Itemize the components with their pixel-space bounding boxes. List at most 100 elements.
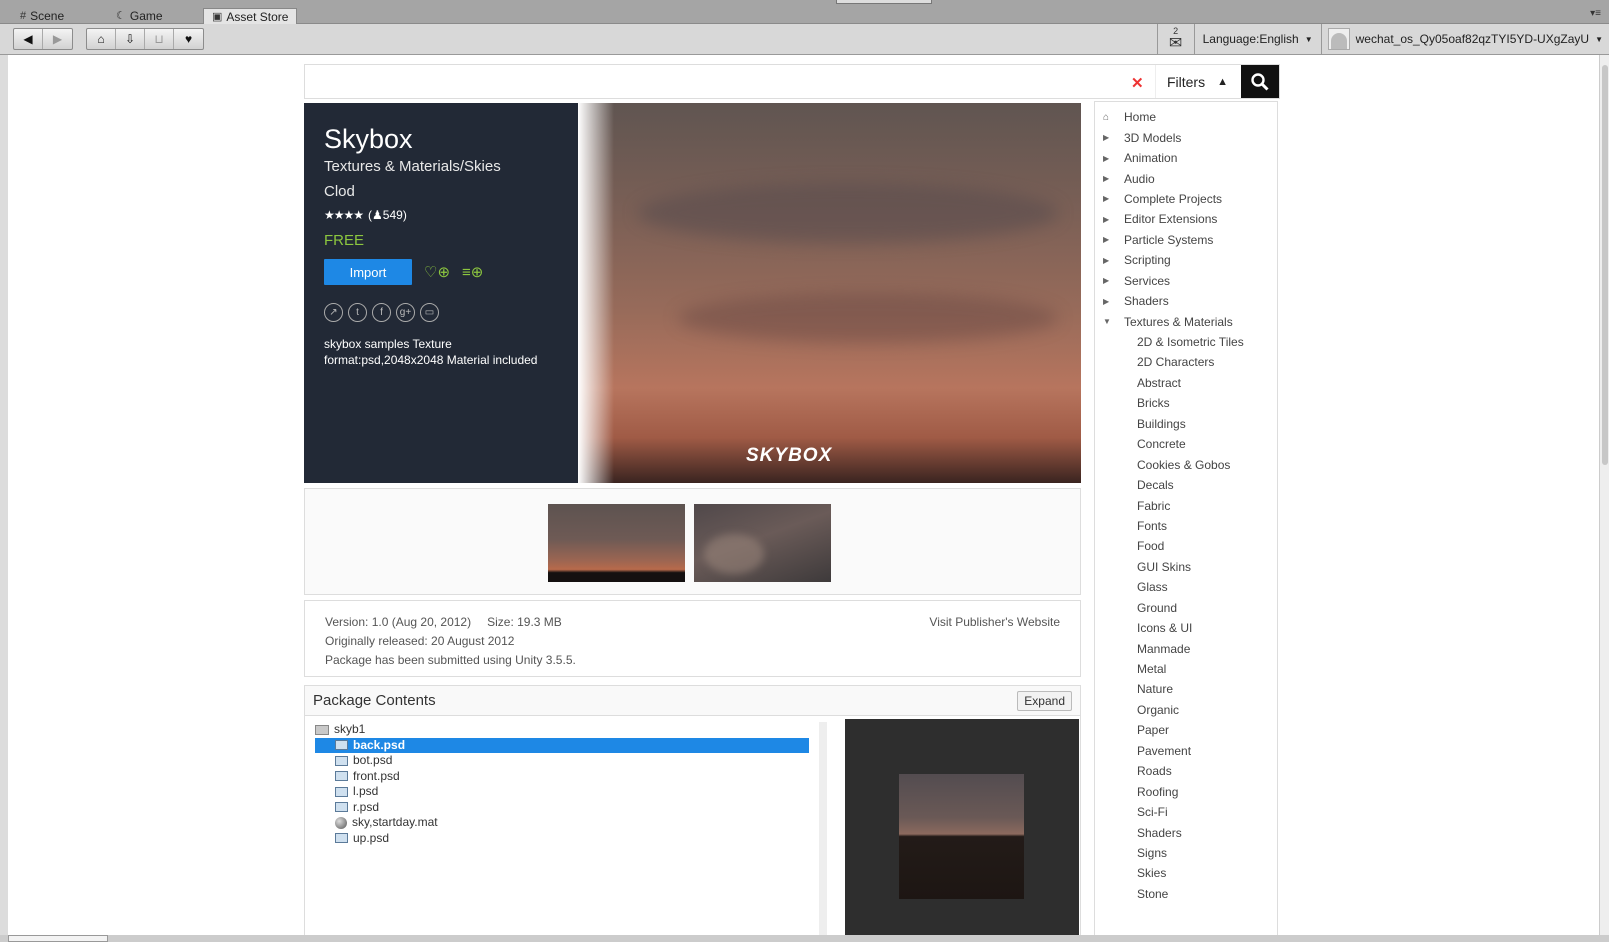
sidebar-subitem[interactable]: Skies (1095, 863, 1277, 883)
left-edge (0, 55, 8, 935)
sidebar-subitem[interactable]: Manmade (1095, 638, 1277, 658)
sidebar-subitem[interactable]: Signs (1095, 843, 1277, 863)
sidebar-subitem[interactable]: Bricks (1095, 393, 1277, 413)
add-to-wishlist-icon[interactable]: ♡⊕ (424, 263, 450, 281)
sidebar-item-textures-materials[interactable]: ▼ Textures & Materials (1095, 311, 1277, 331)
scrollbar-thumb[interactable] (8, 935, 108, 942)
package-contents-header: Package Contents Expand (305, 686, 1080, 716)
avatar (1327, 28, 1350, 50)
triangle-right-icon: ▶ (1103, 214, 1110, 224)
sidebar-subitem[interactable]: Fonts (1095, 516, 1277, 536)
cart-button[interactable]: ⊔ (145, 29, 174, 49)
cart-icon: ⊔ (154, 32, 164, 46)
tree-file[interactable]: front.psd (315, 769, 809, 785)
filters-toggle[interactable]: Filters ▲ (1155, 65, 1239, 98)
sidebar-item-audio[interactable]: ▶ Audio (1095, 168, 1277, 188)
sidebar-subitem[interactable]: GUI Skins (1095, 557, 1277, 577)
publisher-website-link[interactable]: Visit Publisher's Website (929, 613, 1060, 632)
tree-file[interactable]: back.psd (315, 737, 809, 753)
sidebar-item-editor-extensions[interactable]: ▶ Editor Extensions (1095, 209, 1277, 229)
sidebar-subitem[interactable]: Concrete (1095, 434, 1277, 454)
comment-icon[interactable]: ▭ (420, 303, 439, 322)
tree-file[interactable]: l.psd (315, 784, 809, 800)
twitter-icon[interactable]: t (348, 303, 367, 322)
play-controls[interactable] (836, 0, 932, 4)
share-link-icon[interactable]: ↗ (324, 303, 343, 322)
rating: ★★★★ (♟549) (324, 208, 407, 222)
store-toolbar: ◀ ▶ ⌂ ⇩ ⊔ ♥ 2 ✉ Language:English ▼ wechat… (0, 24, 1609, 55)
forward-button[interactable]: ▶ (43, 29, 72, 49)
page-scrollbar[interactable] (1599, 55, 1609, 935)
wishlist-button[interactable]: ♥ (174, 29, 203, 49)
add-to-list-icon[interactable]: ≡⊕ (462, 263, 483, 281)
sidebar-subitem[interactable]: Stone (1095, 884, 1277, 904)
tab-game[interactable]: ☾ Game (108, 8, 171, 24)
sidebar-item-complete-projects[interactable]: ▶ Complete Projects (1095, 189, 1277, 209)
back-button[interactable]: ◀ (14, 29, 43, 49)
tree-folder[interactable]: skyb1 (315, 722, 809, 738)
sidebar-subitem[interactable]: Roofing (1095, 781, 1277, 801)
horizontal-scrollbar[interactable] (0, 935, 1609, 942)
sidebar-item-scripting[interactable]: ▶ Scripting (1095, 250, 1277, 270)
clear-search-icon[interactable]: ✕ (1131, 74, 1144, 92)
tree-file[interactable]: sky,startday.mat (315, 815, 809, 831)
sidebar-subitem[interactable]: Abstract (1095, 373, 1277, 393)
sidebar-item-particle-systems[interactable]: ▶ Particle Systems (1095, 230, 1277, 250)
price: FREE (324, 232, 365, 249)
sidebar-subitem[interactable]: Buildings (1095, 414, 1277, 434)
expand-button[interactable]: Expand (1017, 690, 1072, 711)
tree-file[interactable]: up.psd (315, 831, 809, 847)
search-button[interactable] (1241, 65, 1279, 98)
sidebar-subitem[interactable]: 2D Characters (1095, 352, 1277, 372)
publisher-link[interactable]: Clod (324, 183, 558, 200)
package-contents: Package Contents Expand skyb1 back.psd b… (304, 685, 1081, 935)
google-plus-icon[interactable]: g+ (396, 303, 415, 322)
tab-asset-store[interactable]: ▣ Asset Store (203, 8, 298, 25)
sidebar-subitem[interactable]: Metal (1095, 659, 1277, 679)
home-icon: ⌂ (1103, 111, 1110, 123)
scrollbar-thumb[interactable] (1602, 65, 1608, 465)
tab-menu-icon[interactable]: ▾≡ (1590, 8, 1601, 19)
sidebar-subitem[interactable]: Decals (1095, 475, 1277, 495)
sidebar-subitem[interactable]: Organic (1095, 700, 1277, 720)
toolbar-right: 2 ✉ Language:English ▼ wechat_os_Qy05oaf8… (1156, 24, 1609, 54)
language-dropdown[interactable]: Language:English ▼ (1195, 32, 1321, 46)
sidebar-subitem[interactable]: 2D & Isometric Tiles (1095, 332, 1277, 352)
messages-button[interactable]: 2 ✉ (1158, 24, 1194, 54)
sidebar-item-home[interactable]: ⌂ Home (1095, 107, 1277, 127)
sidebar-subitem[interactable]: Fabric (1095, 495, 1277, 515)
sidebar-subitem[interactable]: Glass (1095, 577, 1277, 597)
sidebar-subitem[interactable]: Paper (1095, 720, 1277, 740)
sidebar-item-shaders[interactable]: ▶ Shaders (1095, 291, 1277, 311)
sidebar-subitem[interactable]: Sci-Fi (1095, 802, 1277, 822)
sidebar-subitem[interactable]: Shaders (1095, 822, 1277, 842)
screenshot-thumbnail[interactable] (694, 504, 831, 582)
facebook-icon[interactable]: f (372, 303, 391, 322)
tab-scene[interactable]: # Scene (12, 8, 72, 24)
asset-category-link[interactable]: Textures & Materials/Skies (324, 158, 558, 175)
sidebar-subitem[interactable]: Icons & UI (1095, 618, 1277, 638)
sidebar-subitem[interactable]: Nature (1095, 679, 1277, 699)
tree-file[interactable]: r.psd (315, 800, 809, 816)
search-input[interactable] (311, 69, 1111, 95)
sidebar-subitem[interactable]: Pavement (1095, 741, 1277, 761)
image-file-icon (335, 802, 348, 813)
bag-icon: ▣ (212, 11, 223, 23)
tree-file[interactable]: bot.psd (315, 753, 809, 769)
import-button[interactable]: Import (324, 259, 412, 285)
sidebar-subitem[interactable]: Cookies & Gobos (1095, 454, 1277, 474)
tree-scrollbar[interactable] (819, 722, 827, 935)
sidebar-subitem[interactable]: Food (1095, 536, 1277, 556)
asset-main-image[interactable]: SKYBOX (578, 103, 1081, 483)
sidebar-subitem[interactable]: Roads (1095, 761, 1277, 781)
downloads-button[interactable]: ⇩ (116, 29, 145, 49)
home-button[interactable]: ⌂ (87, 29, 116, 49)
package-info: Version: 1.0 (Aug 20, 2012) Size: 19.3 MB… (304, 600, 1081, 677)
sidebar-item-services[interactable]: ▶ Services (1095, 271, 1277, 291)
screenshot-thumbnail[interactable] (548, 504, 685, 582)
unity-version: Package has been submitted using Unity 3… (325, 653, 576, 667)
sidebar-item-3d-models[interactable]: ▶ 3D Models (1095, 127, 1277, 147)
sidebar-item-animation[interactable]: ▶ Animation (1095, 148, 1277, 168)
user-menu[interactable]: wechat_os_Qy05oaf82qzTYI5YD-UXgZayU ▼ (1322, 28, 1609, 50)
sidebar-subitem[interactable]: Ground (1095, 598, 1277, 618)
